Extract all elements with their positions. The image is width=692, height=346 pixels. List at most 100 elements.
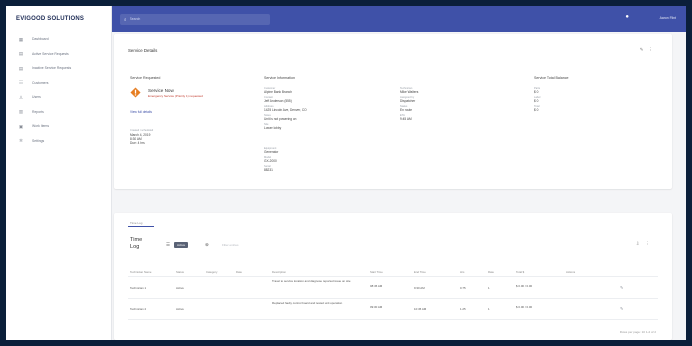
cell-end: 9:30 AM [414, 286, 425, 290]
more-icon[interactable]: ⋮ [646, 241, 657, 246]
field-value: 9:45 AM [400, 117, 412, 121]
column-header[interactable]: Actions [566, 270, 575, 274]
pagination[interactable]: Rows per page: 10 1-2 of 2 [620, 330, 656, 334]
user-menu[interactable]: Aaron Flint [660, 16, 676, 20]
cell-rate: 1 [488, 286, 490, 290]
status-chip[interactable]: Active [174, 242, 189, 248]
section-title: Time Log [130, 237, 143, 250]
cell-end: 10:45 AM [414, 307, 427, 311]
field-value: 1425 Lincoln Ave, Denver, CO [264, 108, 307, 112]
sidebar-item-label: Work Items [32, 124, 50, 129]
field-value: $ 0 [534, 99, 539, 103]
header-divider [128, 276, 658, 277]
table-tools: ⇩⋮ [636, 241, 656, 247]
info-section-title: Service Information [264, 76, 295, 80]
sidebar-item-settings[interactable]: ✲ Settings [6, 134, 111, 149]
column-header[interactable]: Date [236, 270, 242, 274]
cell-description: Replaced faulty control board and tested… [272, 301, 343, 305]
sidebar-item-label: Inactive Service Requests [32, 66, 72, 71]
edit-icon[interactable]: ✎ [620, 285, 623, 290]
view-details-link[interactable]: View full details [130, 110, 152, 114]
user-icon: ♙ [18, 94, 24, 100]
cell-start: 09:30 AM [370, 305, 383, 309]
briefcase-icon: ▣ [18, 123, 24, 129]
clear-chip-icon[interactable]: ⊗ [205, 242, 209, 248]
search-input[interactable] [129, 17, 260, 21]
sidebar-item-active-requests[interactable]: ▤ Active Service Requests [6, 47, 111, 62]
cell-status: Active [176, 286, 184, 290]
date-label: Created / scheduled [130, 129, 154, 132]
brand-logo[interactable]: EVIGOOD SOLUTIONS [6, 6, 111, 32]
cell-tech: Technician 1 [130, 286, 147, 290]
field-value: En route [400, 108, 413, 112]
field-value: 88231 [264, 168, 273, 172]
field-value: $ 0 [534, 108, 539, 112]
edit-icon[interactable]: ✎ [620, 306, 623, 311]
app-window: EVIGOOD SOLUTIONS ▦ Dashboard ▤ Active S… [6, 6, 686, 340]
sidebar-item-inactive-requests[interactable]: ▤ Inactive Service Requests [6, 61, 111, 76]
sidebar: EVIGOOD SOLUTIONS ▦ Dashboard ▤ Active S… [6, 6, 112, 340]
sidebar-item-label: Active Service Requests [32, 51, 69, 56]
notification-icon[interactable]: ● [625, 14, 629, 20]
cell-status: Active [176, 307, 184, 311]
field-value: Generator [264, 150, 279, 154]
sidebar-nav: ▦ Dashboard ▤ Active Service Requests ▤ … [6, 32, 111, 148]
column-header[interactable]: Hrs [460, 270, 464, 274]
sidebar-item-label: Dashboard [32, 37, 49, 42]
cell-description: Travel to service location and diagnose … [272, 279, 351, 283]
cell-tech: Technician 2 [130, 307, 147, 311]
sidebar-item-dashboard[interactable]: ▦ Dashboard [6, 32, 111, 47]
page-title: Service Details [128, 48, 158, 53]
service-details-card: Service Details ✎⋮ Service Requested Ser… [114, 34, 672, 189]
column-header[interactable]: Rate [488, 270, 494, 274]
summary-section-title: Service Total Balance [534, 76, 569, 80]
top-bar: ⌕ ● Aaron Flint [112, 6, 686, 32]
report-icon: ▥ [18, 109, 24, 115]
field-value: GX-2000 [264, 159, 277, 163]
list-icon: ▤ [18, 51, 24, 57]
due-line: Due: 4 hrs [130, 141, 145, 145]
column-header[interactable]: Status [176, 270, 184, 274]
cell-start: 08:45 AM [370, 284, 383, 288]
search-icon: ⌕ [124, 16, 127, 22]
column-header[interactable]: Category [206, 270, 217, 274]
column-header[interactable]: Start Time [370, 270, 383, 274]
more-icon[interactable]: ⋮ [649, 47, 659, 52]
gear-icon: ✲ [19, 138, 23, 144]
sidebar-item-label: Customers [32, 80, 49, 85]
field-value: $ 0 [534, 90, 539, 94]
tab-indicator [128, 226, 154, 227]
request-section-title: Service Requested [130, 76, 161, 80]
sidebar-item-customers[interactable]: ☷ Customers [6, 76, 111, 91]
sidebar-item-label: Settings [32, 138, 45, 143]
column-header[interactable]: Total $ [516, 270, 524, 274]
tab-time-log[interactable]: Time Log [130, 221, 142, 225]
cell-total: $ 0.00 / 0.00 [516, 305, 533, 309]
card-actions: ✎⋮ [640, 47, 658, 53]
column-header[interactable]: End Time [414, 270, 426, 274]
field-value: Jeff Anderson (555) [264, 99, 292, 103]
download-icon[interactable]: ⇩ [636, 241, 646, 246]
sidebar-item-reports[interactable]: ▥ Reports [6, 105, 111, 120]
cell-rate: 1 [488, 307, 490, 311]
row-divider [128, 319, 658, 320]
sidebar-item-users[interactable]: ♙ Users [6, 90, 111, 105]
people-icon: ☷ [18, 80, 24, 86]
field-value: Mike Walters [400, 90, 419, 94]
filter-input[interactable]: Filter entries [222, 243, 239, 247]
column-header[interactable]: Description [272, 270, 286, 274]
filter-icon[interactable]: ☰ [166, 242, 170, 248]
cell-hrs: 0.75 [460, 286, 466, 290]
sidebar-item-label: Reports [32, 109, 44, 114]
list-icon: ▤ [18, 65, 24, 71]
cell-hrs: 1.25 [460, 307, 466, 311]
search-box[interactable]: ⌕ [120, 13, 270, 25]
field-value: Lower lobby [264, 126, 282, 130]
service-name: Service Now [148, 88, 174, 93]
sidebar-item-work-items[interactable]: ▣ Work Items [6, 119, 111, 134]
edit-icon[interactable]: ✎ [640, 47, 649, 52]
field-value: Dispatcher [400, 99, 416, 103]
column-header[interactable]: Technician Name [130, 270, 151, 274]
sidebar-item-label: Users [32, 95, 41, 100]
field-value: Alpine Bank Branch [264, 90, 292, 94]
